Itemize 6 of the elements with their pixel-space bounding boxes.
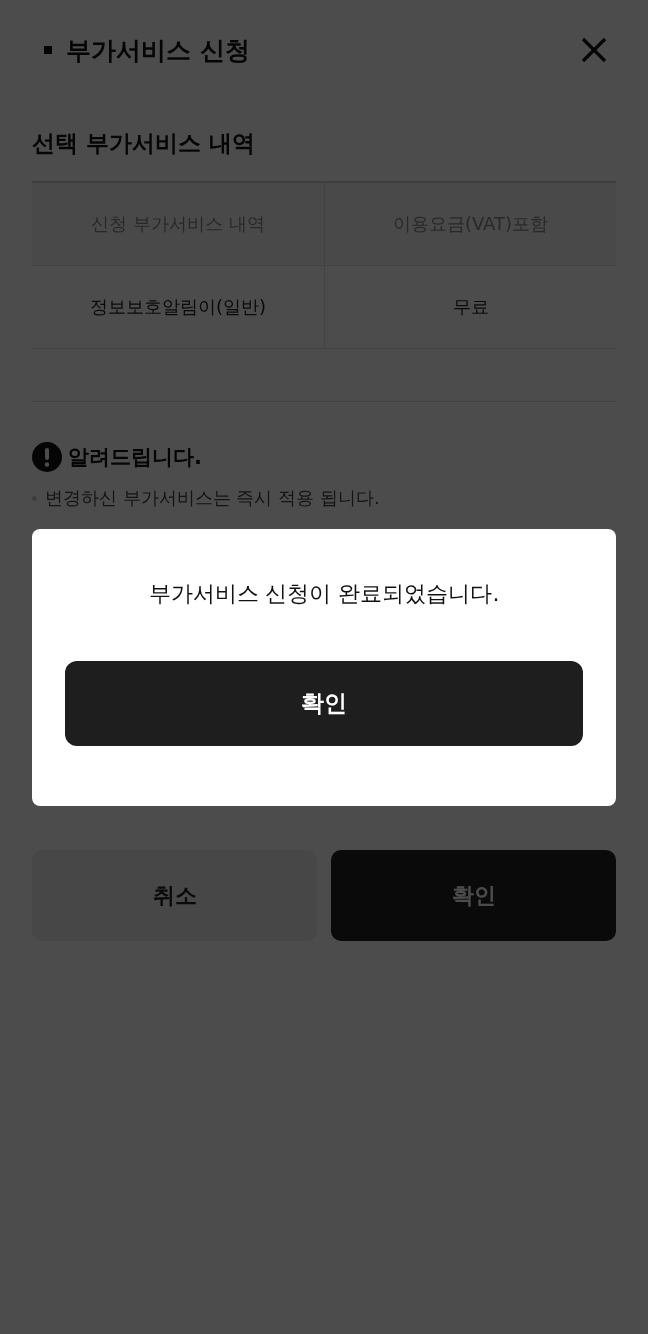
notice-title: 알려드립니다. [68, 444, 202, 471]
notice-text: 변경하신 부가서비스는 즉시 적용 됩니다. [45, 486, 380, 510]
page-title: 부가서비스 신청 [66, 34, 250, 67]
dialog-message: 부가서비스 신청이 완료되었습니다. [148, 580, 500, 608]
section-title: 선택 부가서비스 내역 [32, 129, 256, 158]
dialog-confirm-button[interactable]: 확인 [65, 661, 583, 746]
